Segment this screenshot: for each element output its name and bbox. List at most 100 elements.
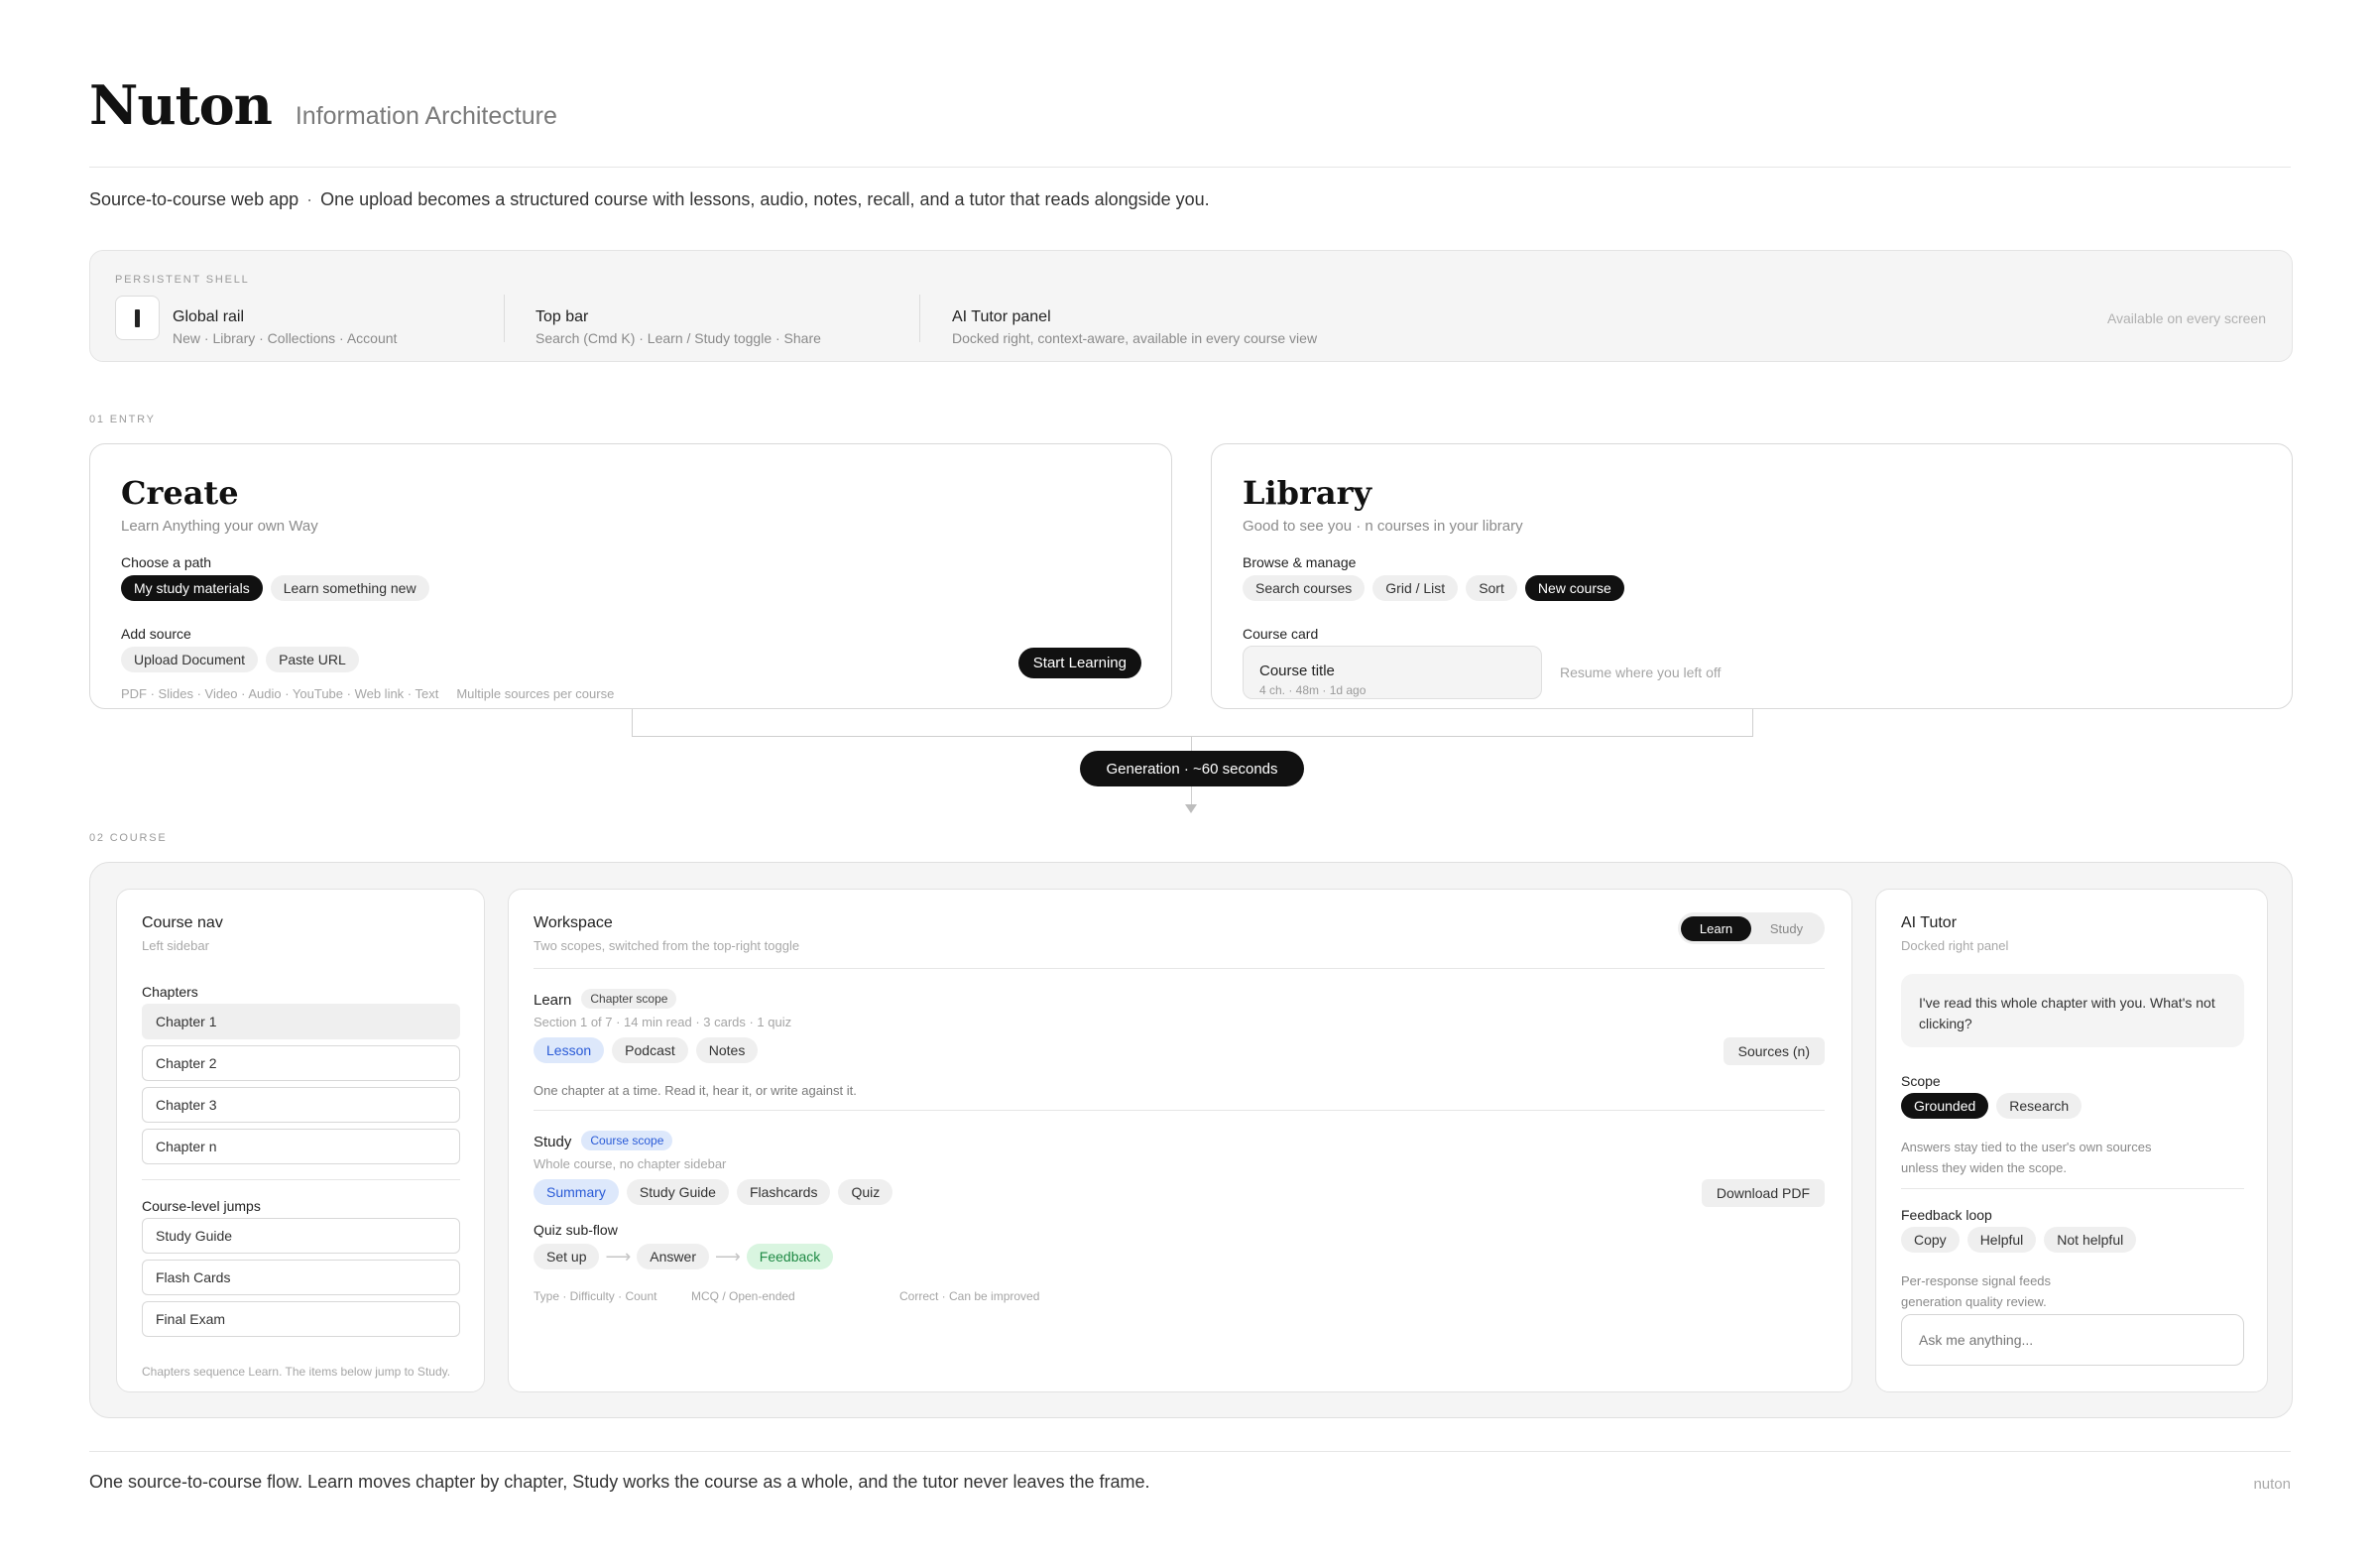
formats-note: Multiple sources per course [456, 686, 615, 701]
lesson-tab[interactable]: Lesson [534, 1037, 605, 1063]
copy-button[interactable]: Copy [1901, 1227, 1960, 1253]
learn-study-toggle[interactable]: Learn Study [1678, 912, 1825, 944]
flashcards-tab[interactable]: Flashcards [736, 1179, 831, 1205]
course-card-meta: 4 ch. · 48m · 1d ago [1259, 683, 1367, 697]
tagline-lead: Source-to-course web app [89, 189, 299, 209]
notes-tab[interactable]: Notes [695, 1037, 759, 1063]
persistent-shell: PERSISTENT SHELL Global rail New · Libra… [89, 250, 2293, 362]
course-area: Course nav Left sidebar Chapters Chapter… [89, 862, 2293, 1418]
create-title: Create [121, 474, 239, 512]
learn-title: Learn [534, 992, 572, 1009]
library-title: Library [1243, 474, 1372, 512]
quiz-note-setup: Type · Difficulty · Count [534, 1289, 657, 1303]
study-tabs: Summary Study Guide Flashcards Quiz [534, 1179, 893, 1205]
course-jumps-label: Course-level jumps [142, 1198, 261, 1214]
quiz-step-feedback[interactable]: Feedback [746, 1244, 834, 1269]
page-subtitle: Information Architecture [295, 102, 557, 130]
search-courses-button[interactable]: Search courses [1243, 575, 1366, 601]
add-source-label: Add source [121, 626, 191, 642]
chapter-3-item[interactable]: Chapter 3 [142, 1087, 460, 1123]
scope-note: Answers stay tied to the user's own sour… [1901, 1140, 2152, 1175]
quiz-tab[interactable]: Quiz [838, 1179, 893, 1205]
course-card-sample[interactable]: Course title 4 ch. · 48m · 1d ago [1243, 646, 1542, 699]
workspace-panel: Workspace Two scopes, switched from the … [508, 889, 1852, 1392]
generation-pill: Generation · ~60 seconds [1080, 751, 1304, 786]
grounded-scope-chip[interactable]: Grounded [1901, 1093, 1989, 1119]
section-course-label: 02 COURSE [89, 832, 168, 844]
create-card: Create Learn Anything your own Way Choos… [89, 443, 1172, 709]
study-guide-tab[interactable]: Study Guide [626, 1179, 729, 1205]
ask-tutor-input[interactable] [1901, 1314, 2244, 1366]
sources-button[interactable]: Sources (n) [1723, 1037, 1825, 1065]
podcast-tab[interactable]: Podcast [612, 1037, 688, 1063]
section-entry-label: 01 ENTRY [89, 414, 156, 425]
chapter-scope-tag: Chapter scope [581, 989, 677, 1009]
learn-meta: Section 1 of 7 · 14 min read · 3 cards ·… [534, 1015, 792, 1029]
workspace-divider [534, 968, 1825, 969]
feedback-loop-label: Feedback loop [1901, 1207, 1992, 1223]
browse-manage-label: Browse & manage [1243, 554, 1357, 570]
quiz-step-answer[interactable]: Answer [637, 1244, 709, 1269]
arrow-right-icon: ⟶ [714, 1246, 741, 1266]
final-exam-jump[interactable]: Final Exam [142, 1301, 460, 1337]
upload-document-button[interactable]: Upload Document [121, 647, 259, 672]
course-nav-title: Course nav [142, 914, 223, 931]
ai-tutor-subtitle: Docked right panel [1901, 938, 2009, 953]
quiz-note-feedback: Correct · Can be improved [899, 1289, 1040, 1303]
global-rail-icon [115, 296, 160, 340]
study-section-heading: Study Course scope [534, 1131, 673, 1150]
helpful-button[interactable]: Helpful [1966, 1227, 2037, 1253]
tagline: Source-to-course web app · One upload beco… [89, 189, 1210, 210]
shell-divider [919, 295, 920, 342]
tagline-body: One upload becomes a structured course w… [320, 189, 1210, 209]
toggle-study[interactable]: Study [1751, 916, 1822, 941]
ai-tutor-title: AI Tutor [1901, 914, 1958, 931]
chapter-2-item[interactable]: Chapter 2 [142, 1045, 460, 1081]
chapter-1-item[interactable]: Chapter 1 [142, 1004, 460, 1039]
start-learning-button[interactable]: Start Learning [1017, 648, 1141, 678]
page-header: Nuton Information Architecture [89, 73, 557, 137]
connector-right [1752, 709, 1753, 737]
formats-list: PDF · Slides · Video · Audio · YouTube ·… [121, 686, 439, 701]
chapter-n-item[interactable]: Chapter n [142, 1129, 460, 1164]
research-scope-chip[interactable]: Research [1996, 1093, 2082, 1119]
summary-tab[interactable]: Summary [534, 1179, 619, 1205]
sort-button[interactable]: Sort [1466, 575, 1517, 601]
course-nav-footnote: Chapters sequence Learn. The items below… [142, 1365, 451, 1379]
study-guide-jump[interactable]: Study Guide [142, 1218, 460, 1254]
learn-description: One chapter at a time. Read it, hear it,… [534, 1083, 857, 1098]
not-helpful-button[interactable]: Not helpful [2044, 1227, 2137, 1253]
workspace-title: Workspace [534, 914, 613, 931]
library-subtitle: Good to see you · n courses in your libr… [1243, 518, 1523, 535]
workspace-divider [534, 1110, 1825, 1111]
tagline-separator: · [306, 189, 313, 209]
toggle-learn[interactable]: Learn [1681, 915, 1751, 941]
create-subtitle: Learn Anything your own Way [121, 518, 318, 535]
learn-tabs: Lesson Podcast Notes [534, 1037, 759, 1063]
library-action-chips: Search courses Grid / List Sort New cour… [1243, 575, 1624, 601]
quiz-step-setup[interactable]: Set up [534, 1244, 600, 1269]
chapters-label: Chapters [142, 984, 198, 1000]
source-formats: PDF · Slides · Video · Audio · YouTube ·… [121, 686, 614, 701]
new-course-button[interactable]: New course [1524, 575, 1624, 601]
shell-item-title: Top bar [536, 308, 589, 325]
footer-divider [89, 1451, 2291, 1452]
paste-url-button[interactable]: Paste URL [266, 647, 359, 672]
footer-brand: nuton [2253, 1476, 2291, 1493]
course-card-label: Course card [1243, 626, 1319, 642]
grid-list-toggle[interactable]: Grid / List [1372, 575, 1459, 601]
path-learn-new-chip[interactable]: Learn something new [270, 575, 429, 601]
flash-cards-jump[interactable]: Flash Cards [142, 1260, 460, 1295]
path-chips: My study materials Learn something new [121, 575, 429, 601]
brand-title: Nuton [89, 73, 273, 137]
shell-divider [504, 295, 505, 342]
study-meta: Whole course, no chapter sidebar [534, 1156, 727, 1171]
library-card: Library Good to see you · n courses in y… [1211, 443, 2293, 709]
download-pdf-button[interactable]: Download PDF [1701, 1179, 1825, 1207]
shell-item-detail: New · Library · Collections · Account [173, 330, 398, 346]
tutor-message-bubble: I've read this whole chapter with you. W… [1901, 974, 2244, 1047]
path-my-materials-chip[interactable]: My study materials [121, 575, 263, 601]
study-title: Study [534, 1134, 572, 1150]
arrow-right-icon: ⟶ [605, 1246, 632, 1266]
shell-top-bar: Top bar Search (Cmd K) · Learn / Study t… [536, 308, 821, 346]
